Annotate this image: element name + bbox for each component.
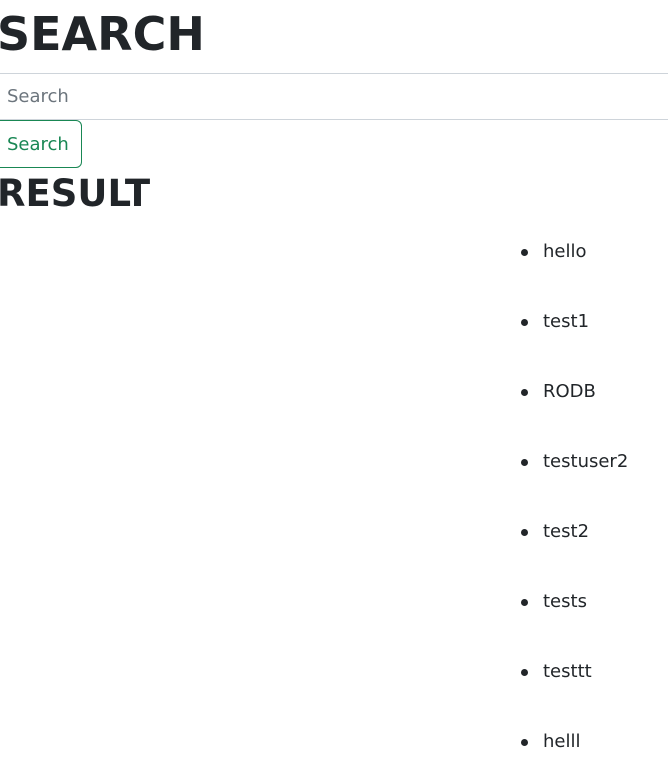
bullet-icon: [521, 599, 528, 606]
search-page: SEARCH Search RESULT hello test1 RODB te…: [0, 0, 668, 757]
result-item-label: test2: [543, 521, 590, 542]
page-title: SEARCH: [0, 7, 205, 61]
result-item-label: testtt: [543, 661, 592, 682]
bullet-icon: [521, 739, 528, 746]
bullet-icon: [521, 669, 528, 676]
result-item-label: testuser2: [543, 451, 629, 472]
search-button[interactable]: Search: [0, 120, 82, 168]
result-item-label: tests: [543, 591, 587, 612]
result-item-label: hello: [543, 241, 587, 262]
result-item-label: RODB: [543, 381, 596, 402]
result-item-label: helll: [543, 731, 581, 752]
result-title: RESULT: [0, 172, 151, 215]
result-item-label: test1: [543, 311, 590, 332]
bullet-icon: [521, 319, 528, 326]
bullet-icon: [521, 389, 528, 396]
bullet-icon: [521, 459, 528, 466]
search-input[interactable]: [0, 73, 668, 120]
bullet-icon: [521, 249, 528, 256]
bullet-icon: [521, 529, 528, 536]
